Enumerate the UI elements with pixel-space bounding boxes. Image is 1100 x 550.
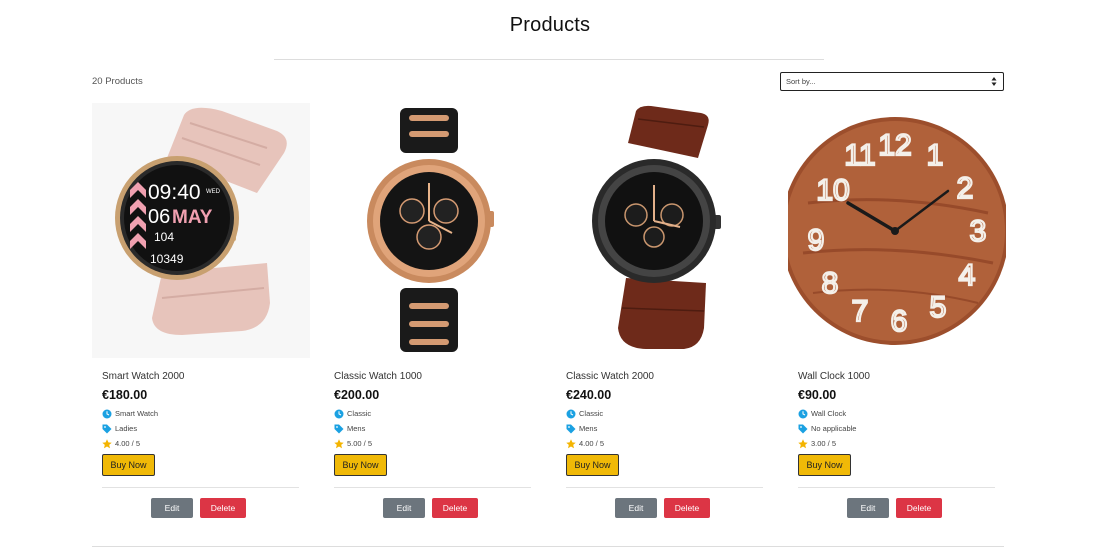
sort-select-label: Sort by... <box>786 77 816 86</box>
page-title: Products <box>509 14 591 36</box>
smartwatch-date: 06 <box>148 206 170 228</box>
clock-numeral: 3 <box>970 215 987 248</box>
buy-now-button[interactable]: Buy Now <box>102 454 155 476</box>
clock-numeral: 8 <box>822 267 839 300</box>
clock-numeral: 2 <box>957 172 974 205</box>
product-rating: 3.00 / 5 <box>811 438 837 448</box>
smartwatch-steps: 10349 <box>150 252 184 266</box>
card-divider <box>798 487 995 488</box>
product-rating: 4.00 / 5 <box>579 438 605 448</box>
edit-button[interactable]: Edit <box>847 498 889 518</box>
product-rating: 4.00 / 5 <box>115 438 141 448</box>
clock-numeral: 11 <box>844 139 875 172</box>
product-name[interactable]: Smart Watch 2000 <box>102 371 302 383</box>
product-name[interactable]: Wall Clock 1000 <box>798 371 998 383</box>
buy-now-button[interactable]: Buy Now <box>566 454 619 476</box>
product-price: €240.00 <box>566 388 612 402</box>
buy-now-button[interactable]: Buy Now <box>334 454 387 476</box>
tag-icon <box>102 424 112 433</box>
buy-now-button[interactable]: Buy Now <box>798 454 851 476</box>
delete-button[interactable]: Delete <box>432 498 478 518</box>
product-category[interactable]: Smart Watch <box>115 409 158 419</box>
product-audience: Mens <box>579 423 598 433</box>
product-name[interactable]: Classic Watch 1000 <box>334 371 534 383</box>
product-category[interactable]: Classic <box>579 409 603 419</box>
sort-arrows-icon <box>991 77 997 86</box>
clock-icon <box>798 409 808 418</box>
smartwatch-month: MAY <box>172 207 213 228</box>
clock-numeral: 7 <box>852 295 869 328</box>
delete-button[interactable]: Delete <box>200 498 246 518</box>
tag-icon <box>566 424 576 433</box>
clock-numeral: 10 <box>816 174 849 207</box>
product-card: 09:40 WED 06 MAY 104 10349 Smart Watch 2… <box>92 103 310 523</box>
clock-numeral: 5 <box>930 291 947 324</box>
clock-numeral: 12 <box>878 129 911 162</box>
star-icon <box>566 438 576 448</box>
clock-icon <box>102 409 112 418</box>
clock-icon <box>334 409 344 418</box>
product-image[interactable]: 09:40 WED 06 MAY 104 10349 <box>92 103 310 358</box>
smartwatch-time: 09:40 <box>148 181 201 204</box>
product-image[interactable] <box>324 103 542 358</box>
star-icon <box>798 438 808 448</box>
product-audience: Ladies <box>115 423 138 433</box>
product-image[interactable]: 12 1 2 3 4 5 6 7 8 9 10 11 <box>788 103 1006 358</box>
tag-icon <box>798 424 808 433</box>
product-audience: Mens <box>347 423 366 433</box>
product-audience: No applicable <box>811 423 857 433</box>
product-category[interactable]: Wall Clock <box>811 409 846 419</box>
delete-button[interactable]: Delete <box>664 498 710 518</box>
wooden-wall-clock-image: 12 1 2 3 4 5 6 7 8 9 10 11 <box>788 117 1006 345</box>
gold-chronograph-watch-image <box>367 108 494 352</box>
product-category[interactable]: Classic <box>347 409 371 419</box>
tag-icon <box>334 424 344 433</box>
product-image[interactable] <box>556 103 774 358</box>
clock-numeral: 9 <box>808 224 825 257</box>
title-divider <box>274 59 824 60</box>
star-icon <box>102 438 112 448</box>
card-divider <box>102 487 299 488</box>
product-card: Classic Watch 1000 €200.00 Classic Mens … <box>324 103 542 523</box>
product-name[interactable]: Classic Watch 2000 <box>566 371 766 383</box>
smartwatch-heart-rate: 104 <box>154 230 174 244</box>
edit-button[interactable]: Edit <box>151 498 193 518</box>
product-count: 20 Products <box>92 76 143 87</box>
star-icon <box>334 438 344 448</box>
product-price: €180.00 <box>102 388 148 402</box>
bottom-divider <box>92 546 1004 547</box>
clock-numeral: 4 <box>959 259 976 292</box>
edit-button[interactable]: Edit <box>615 498 657 518</box>
clock-icon <box>566 409 576 418</box>
product-rating: 5.00 / 5 <box>347 438 373 448</box>
card-divider <box>334 487 531 488</box>
card-divider <box>566 487 763 488</box>
product-card: 12 1 2 3 4 5 6 7 8 9 10 11 Wall Clock 10… <box>788 103 1006 523</box>
clock-numeral: 1 <box>927 139 944 172</box>
sort-select[interactable]: Sort by... <box>780 72 1004 91</box>
delete-button[interactable]: Delete <box>896 498 942 518</box>
product-price: €200.00 <box>334 388 380 402</box>
product-price: €90.00 <box>798 388 837 402</box>
product-card: Classic Watch 2000 €240.00 Classic Mens … <box>556 103 774 523</box>
clock-numeral: 6 <box>891 305 908 338</box>
pink-smartwatch-image: 09:40 WED 06 MAY 104 10349 <box>115 107 287 335</box>
smartwatch-day: WED <box>206 189 221 195</box>
edit-button[interactable]: Edit <box>383 498 425 518</box>
leather-strap-watch-image <box>592 105 721 349</box>
